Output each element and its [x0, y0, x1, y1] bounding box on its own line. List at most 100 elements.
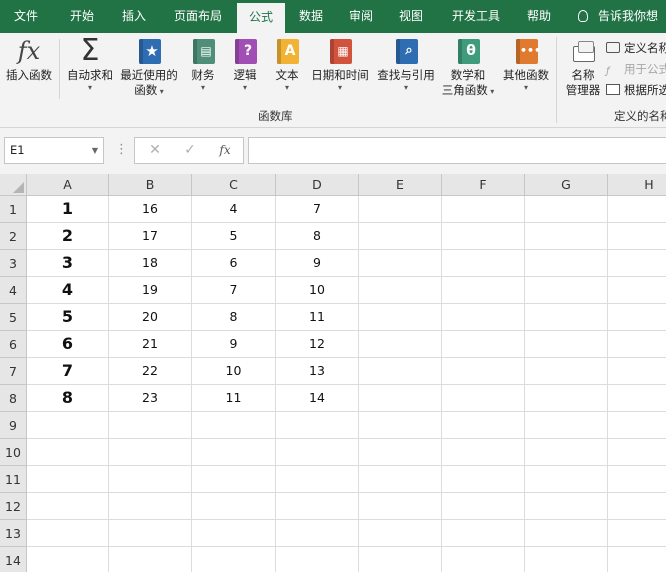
cell-b14[interactable] — [109, 547, 192, 572]
cell-e7[interactable] — [359, 358, 442, 385]
cell-f3[interactable] — [442, 250, 525, 277]
cell-f14[interactable] — [442, 547, 525, 572]
cell-c11[interactable] — [192, 466, 276, 493]
cell-g5[interactable] — [525, 304, 608, 331]
cell-d8[interactable]: 14 — [276, 385, 359, 412]
cell-h13[interactable] — [608, 520, 666, 547]
name-box[interactable]: E1 ▼ — [4, 137, 104, 164]
cell-h14[interactable] — [608, 547, 666, 572]
cell-g10[interactable] — [525, 439, 608, 466]
cell-f4[interactable] — [442, 277, 525, 304]
tab-formulas[interactable]: 公式 — [237, 3, 285, 33]
row-header-2[interactable]: 2 — [0, 223, 27, 250]
cell-f12[interactable] — [442, 493, 525, 520]
cell-d10[interactable] — [276, 439, 359, 466]
cell-c1[interactable]: 4 — [192, 196, 276, 223]
tab-review[interactable]: 审阅 — [338, 0, 384, 33]
cell-d5[interactable]: 11 — [276, 304, 359, 331]
cell-d13[interactable] — [276, 520, 359, 547]
cell-f6[interactable] — [442, 331, 525, 358]
cell-a8[interactable]: 8 — [27, 385, 109, 412]
cell-f10[interactable] — [442, 439, 525, 466]
worksheet-grid[interactable]: A B C D E F G H 1 1 16 4 7 2 2 17 5 8 3 3 18 6 9 4 4 19 7 10 5 5 20 8 11… — [0, 174, 666, 572]
cell-d12[interactable] — [276, 493, 359, 520]
cell-d4[interactable]: 10 — [276, 277, 359, 304]
row-header-4[interactable]: 4 — [0, 277, 27, 304]
column-header-g[interactable]: G — [525, 174, 608, 196]
cell-h11[interactable] — [608, 466, 666, 493]
cell-g1[interactable] — [525, 196, 608, 223]
cell-g4[interactable] — [525, 277, 608, 304]
cell-a2[interactable]: 2 — [27, 223, 109, 250]
tab-help[interactable]: 帮助 — [516, 0, 562, 33]
cell-e10[interactable] — [359, 439, 442, 466]
cell-a10[interactable] — [27, 439, 109, 466]
row-header-14[interactable]: 14 — [0, 547, 27, 572]
cell-a5[interactable]: 5 — [27, 304, 109, 331]
cell-f11[interactable] — [442, 466, 525, 493]
cell-g2[interactable] — [525, 223, 608, 250]
cell-b4[interactable]: 19 — [109, 277, 192, 304]
row-header-1[interactable]: 1 — [0, 196, 27, 223]
column-header-c[interactable]: C — [192, 174, 276, 196]
cell-e14[interactable] — [359, 547, 442, 572]
date-time-button[interactable]: ▦ 日期和时间 ▾ — [308, 37, 372, 93]
column-header-d[interactable]: D — [276, 174, 359, 196]
cell-b13[interactable] — [109, 520, 192, 547]
tab-data[interactable]: 数据 — [288, 0, 334, 33]
cell-h8[interactable] — [608, 385, 666, 412]
tab-home[interactable]: 开始 — [52, 0, 112, 33]
row-header-7[interactable]: 7 — [0, 358, 27, 385]
cell-c13[interactable] — [192, 520, 276, 547]
cell-h7[interactable] — [608, 358, 666, 385]
cell-c12[interactable] — [192, 493, 276, 520]
math-trig-button[interactable]: θ 数学和 三角函数 ▾ — [438, 37, 498, 99]
tab-insert[interactable]: 插入 — [112, 0, 156, 33]
cell-c6[interactable]: 9 — [192, 331, 276, 358]
cell-a4[interactable]: 4 — [27, 277, 109, 304]
cell-h4[interactable] — [608, 277, 666, 304]
cell-a3[interactable]: 3 — [27, 250, 109, 277]
cell-f13[interactable] — [442, 520, 525, 547]
cell-b2[interactable]: 17 — [109, 223, 192, 250]
cell-f2[interactable] — [442, 223, 525, 250]
recently-used-button[interactable]: ★ 最近使用的 函数 ▾ — [118, 37, 180, 99]
cell-c9[interactable] — [192, 412, 276, 439]
cell-g6[interactable] — [525, 331, 608, 358]
cell-b10[interactable] — [109, 439, 192, 466]
name-manager-button[interactable]: 名称 管理器 — [560, 37, 606, 98]
cell-g8[interactable] — [525, 385, 608, 412]
cell-h3[interactable] — [608, 250, 666, 277]
cell-a11[interactable] — [27, 466, 109, 493]
cell-b8[interactable]: 23 — [109, 385, 192, 412]
cell-e1[interactable] — [359, 196, 442, 223]
cell-c10[interactable] — [192, 439, 276, 466]
cell-b1[interactable]: 16 — [109, 196, 192, 223]
insert-function-icon[interactable]: fx — [213, 138, 237, 163]
cell-g12[interactable] — [525, 493, 608, 520]
autosum-button[interactable]: Σ 自动求和 ▾ — [63, 36, 117, 93]
select-all-button[interactable] — [0, 174, 27, 196]
cell-b11[interactable] — [109, 466, 192, 493]
cell-f8[interactable] — [442, 385, 525, 412]
cell-e3[interactable] — [359, 250, 442, 277]
cell-d9[interactable] — [276, 412, 359, 439]
row-header-6[interactable]: 6 — [0, 331, 27, 358]
cell-h2[interactable] — [608, 223, 666, 250]
cell-c8[interactable]: 11 — [192, 385, 276, 412]
cell-h1[interactable] — [608, 196, 666, 223]
cell-g7[interactable] — [525, 358, 608, 385]
cell-b12[interactable] — [109, 493, 192, 520]
column-header-h[interactable]: H — [608, 174, 666, 196]
formula-input[interactable] — [248, 137, 666, 164]
use-in-formula-button[interactable]: ƒ 用于公式 — [606, 60, 666, 78]
cell-d14[interactable] — [276, 547, 359, 572]
cell-c4[interactable]: 7 — [192, 277, 276, 304]
cell-h6[interactable] — [608, 331, 666, 358]
cell-b7[interactable]: 22 — [109, 358, 192, 385]
cell-e8[interactable] — [359, 385, 442, 412]
cell-e5[interactable] — [359, 304, 442, 331]
cell-h10[interactable] — [608, 439, 666, 466]
cell-d3[interactable]: 9 — [276, 250, 359, 277]
cell-a6[interactable]: 6 — [27, 331, 109, 358]
